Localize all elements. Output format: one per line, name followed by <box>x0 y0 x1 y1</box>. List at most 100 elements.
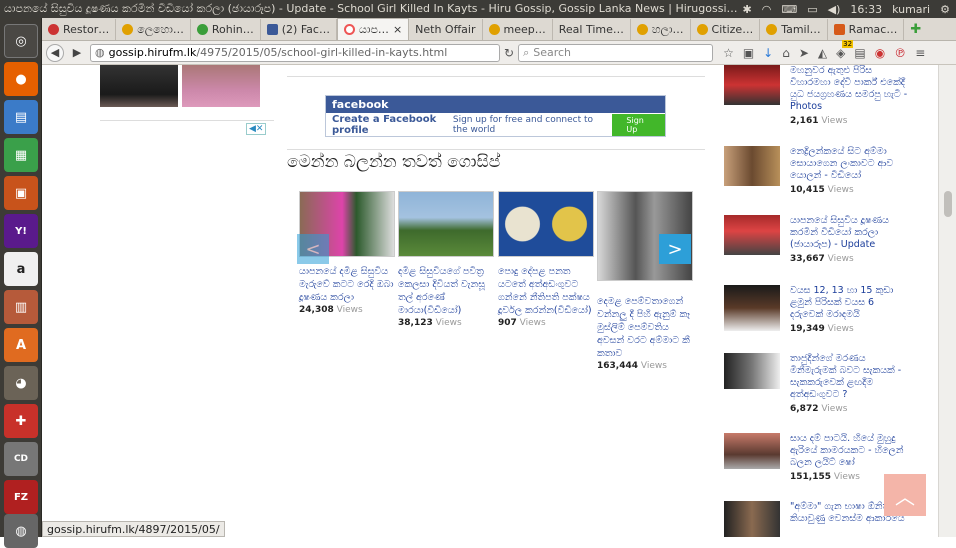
tab-3[interactable]: (2) Fac… <box>261 19 337 40</box>
divider <box>287 76 705 77</box>
clipboard-icon[interactable]: ▣ <box>743 46 754 60</box>
search-box[interactable]: ⌕ Search <box>518 43 714 62</box>
cd-icon[interactable]: CD <box>4 442 38 476</box>
settings-icon[interactable]: ✚ <box>4 404 38 438</box>
addon-icon[interactable]: ◈ 32 <box>836 39 854 60</box>
tab-4-active[interactable]: යාප… × <box>336 18 410 40</box>
user-name[interactable]: kumari <box>892 3 930 16</box>
sidebar-thumbnail[interactable] <box>724 285 780 331</box>
yahoo-mail-icon[interactable]: Y! <box>4 214 38 248</box>
menu-icon[interactable]: ≡ <box>915 46 925 60</box>
gimp-icon[interactable]: ◕ <box>4 366 38 400</box>
home-icon[interactable]: ⌂ <box>782 46 790 60</box>
launcher: ◎ ● ▤ ▦ ▣ Y! a ▥ A ◕ ✚ CD FZ ◍ <box>0 18 42 548</box>
writer-icon[interactable]: ▤ <box>4 100 38 134</box>
sidebar-thumbnail[interactable] <box>724 215 780 255</box>
section-title: මෙන්න බලන්න තවත් ගොසිප් <box>287 152 501 172</box>
card-thumbnail[interactable] <box>398 191 494 257</box>
sidebar-caption[interactable]: මහනුවර ඇතුළු පිරිස විහාරමහා දේවී පාර්ක් … <box>790 65 910 113</box>
search-icon: ⌕ <box>523 45 530 59</box>
bluetooth-icon[interactable]: ✱ <box>742 3 751 16</box>
dash-icon[interactable]: ◎ <box>4 24 38 58</box>
left-thumb-2[interactable] <box>182 65 260 107</box>
sidebar-views-count: 10,415 <box>790 185 825 195</box>
keyboard-icon[interactable]: ⌨ <box>781 3 797 16</box>
filezilla-icon[interactable]: FZ <box>4 480 38 514</box>
card-thumbnail[interactable] <box>498 191 594 257</box>
sidebar-thumbnail[interactable] <box>724 353 780 389</box>
sidebar-caption[interactable]: නෙද්‍රිලන්කයේ සිට අම්මා සොයාගෙන ලංකාවට ආ… <box>790 146 910 182</box>
carousel-next-button[interactable]: > <box>659 234 691 264</box>
sidebar-thumbnail[interactable] <box>724 501 780 537</box>
gear-icon[interactable]: ⚙ <box>940 3 950 16</box>
firefox-icon[interactable]: ● <box>4 62 38 96</box>
card-caption[interactable]: දමිළ සිසුවියගේ පවිත්‍ර කෙලසා දිවියත් වැන… <box>398 265 494 317</box>
calc-icon[interactable]: ▦ <box>4 138 38 172</box>
tab-0[interactable]: Restor… <box>42 19 117 40</box>
new-tab-button[interactable]: ✚ <box>904 19 927 40</box>
sidebar-caption[interactable]: වයස 12, 13 හා 15 කුඩා ළමුන් පිරිසක් වයස … <box>790 285 910 321</box>
tab-8[interactable]: හලා… <box>631 19 691 40</box>
tab-10[interactable]: Tamil… <box>760 19 828 40</box>
files-icon[interactable]: ▥ <box>4 290 38 324</box>
reload-icon[interactable]: ↻ <box>504 46 514 60</box>
pdf-icon[interactable]: ◉ <box>875 46 885 60</box>
tab-11[interactable]: Ramac… <box>828 19 905 40</box>
impress-icon[interactable]: ▣ <box>4 176 38 210</box>
tab-label: Citize… <box>711 23 754 36</box>
sidebar-caption[interactable]: යාපනයේ සිසුවිය දූෂණය කරමින් වීඩියෝ කරලා … <box>790 215 910 251</box>
pinterest-icon[interactable]: ℗ <box>894 46 906 60</box>
close-icon[interactable]: × <box>393 23 402 36</box>
sidebar-views-label: Views <box>827 254 854 264</box>
software-center-icon[interactable]: A <box>4 328 38 362</box>
card-views-count: 24,308 <box>299 305 334 315</box>
sidebar-thumbnail[interactable] <box>724 65 780 105</box>
card-caption[interactable]: යාපනයේ දමිළ සිසුවිය මැරුවේ කටට රෙදි ඔබා … <box>299 265 395 304</box>
card-views-count: 907 <box>498 318 517 328</box>
back-to-top-button[interactable]: ︿ <box>884 474 926 516</box>
fb-brand: facebook <box>332 98 389 111</box>
battery-icon[interactable]: ▭ <box>807 3 817 16</box>
navigation-bar: ◀ ▶ ◍ gossip.hirufm.lk/4975/2015/05/scho… <box>42 39 956 65</box>
sidebar-caption[interactable]: තාජුදීන්ගේ මරණය මිනීමැරුමක් බවට සැකයක් -… <box>790 353 910 401</box>
forward-button[interactable]: ▶ <box>68 44 86 62</box>
url-bar[interactable]: ◍ gossip.hirufm.lk/4975/2015/05/school-g… <box>90 43 500 62</box>
carousel-prev-button[interactable]: < <box>297 234 329 264</box>
fb-signup-button[interactable]: Sign Up <box>612 114 665 136</box>
tab-7[interactable]: Real Time… <box>553 19 631 40</box>
extension-icon[interactable]: ▤ <box>854 46 865 60</box>
carousel-card[interactable]: දෙමළ පෙම්වතාගෙන් වන්නලු දී පිහි ඇනුම් කෑ… <box>597 191 693 371</box>
tab-2[interactable]: Rohin… <box>191 19 261 40</box>
fb-create-link[interactable]: Create a Facebook profile <box>332 114 447 136</box>
facebook-ad[interactable]: facebook Create a Facebook profile Sign … <box>325 95 666 137</box>
tab-1[interactable]: ලෙහො… <box>116 19 191 40</box>
tab-5[interactable]: Neth Offair <box>409 19 483 40</box>
card-views-count: 163,444 <box>597 361 638 371</box>
adchoices-icon[interactable]: ◀✕ <box>246 123 267 135</box>
back-button[interactable]: ◀ <box>46 43 64 62</box>
clock[interactable]: 16:33 <box>850 3 882 16</box>
page-scrollbar[interactable] <box>938 65 956 537</box>
sidebar-thumbnail[interactable] <box>724 146 780 186</box>
sidebar-caption[interactable]: සාය දම් පාටයි. හියේ මුහුදු ඇරියේ කාමරයකට… <box>790 433 910 469</box>
tab-6[interactable]: meep… <box>483 19 553 40</box>
send-icon[interactable]: ➤ <box>799 46 809 60</box>
download-icon[interactable]: ↓ <box>763 46 773 60</box>
scrollbar-thumb[interactable] <box>944 191 952 217</box>
trash-icon[interactable]: ◍ <box>4 514 38 548</box>
carousel-card[interactable]: පොදු දේපළ පනත යටතේ අත්අඩංගුවට ගන්නේ නීති… <box>498 191 594 328</box>
status-link: gossip.hirufm.lk/4897/2015/05/ <box>47 522 220 536</box>
card-caption[interactable]: දෙමළ පෙම්වතාගෙන් වන්නලු දී පිහි ඇනුම් කෑ… <box>597 295 693 360</box>
star-icon[interactable]: ☆ <box>723 46 734 60</box>
chevron-left-icon: < <box>305 238 321 260</box>
tab-9[interactable]: Citize… <box>691 19 761 40</box>
wifi-icon[interactable]: ◠ <box>762 3 772 16</box>
amazon-icon[interactable]: a <box>4 252 38 286</box>
pocket-icon[interactable]: ◭ <box>818 46 827 60</box>
volume-icon[interactable]: ◀) <box>828 3 841 16</box>
sidebar-thumbnail[interactable] <box>724 433 780 469</box>
sidebar-views-label: Views <box>833 472 860 482</box>
carousel-card[interactable]: දමිළ සිසුවියගේ පවිත්‍ර කෙලසා දිවියත් වැන… <box>398 191 494 328</box>
card-caption[interactable]: පොදු දේපළ පනත යටතේ අත්අඩංගුවට ගන්නේ නීති… <box>498 265 594 317</box>
left-thumb-1[interactable] <box>100 65 178 107</box>
